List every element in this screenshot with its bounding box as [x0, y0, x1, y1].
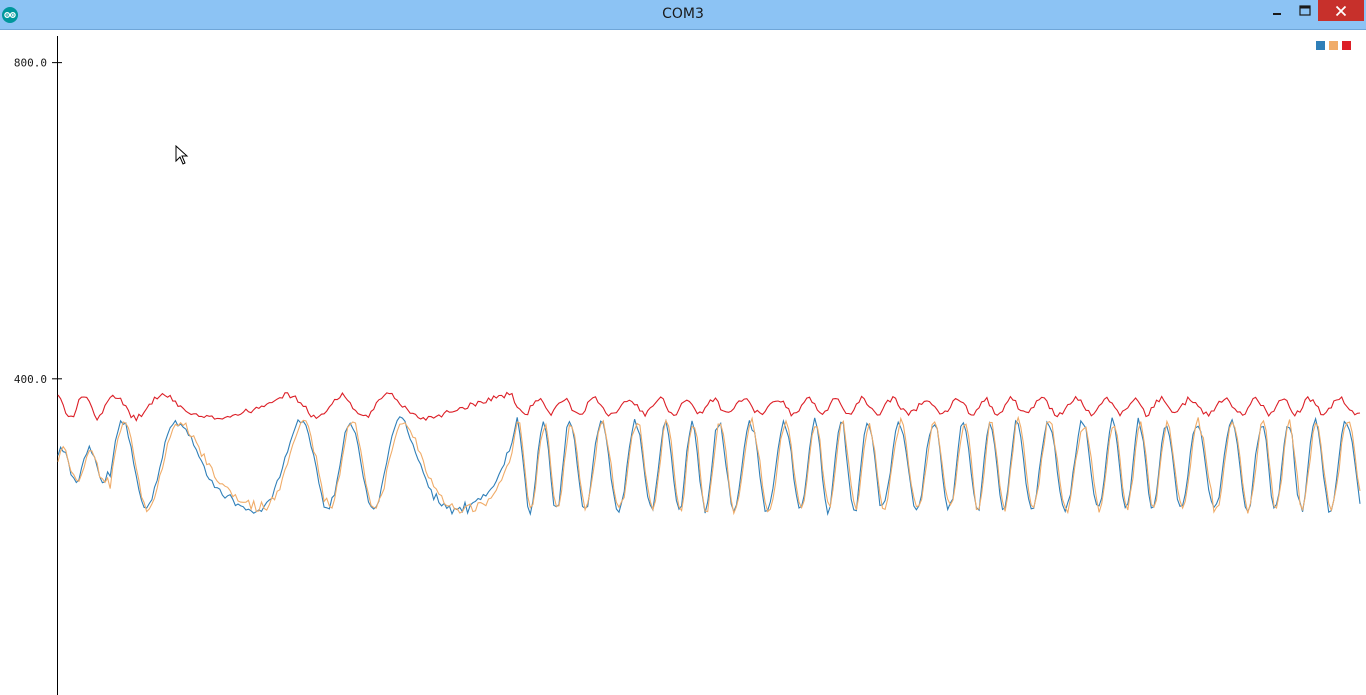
title-bar[interactable]: COM3 [0, 0, 1366, 30]
y-axis-ticks: 800.0 400.0 [14, 57, 62, 386]
window-title: COM3 [662, 6, 704, 22]
minimize-icon [1273, 12, 1281, 15]
legend-swatch-2 [1329, 41, 1338, 50]
close-icon [1335, 5, 1347, 16]
legend-swatch-1 [1316, 41, 1325, 50]
y-tick-label: 400.0 [14, 373, 47, 386]
maximize-icon [1299, 4, 1311, 16]
serial-plotter-chart: 800.0 400.0 [14, 36, 1361, 695]
minimize-button[interactable] [1263, 0, 1291, 21]
maximize-button[interactable] [1291, 0, 1319, 21]
legend-swatch-3 [1342, 41, 1351, 50]
legend [1316, 41, 1351, 50]
y-tick-label: 800.0 [14, 57, 47, 70]
series-layer [57, 391, 1361, 516]
close-button[interactable] [1318, 0, 1364, 21]
series-line-2 [57, 415, 1361, 516]
series-line-3 [57, 391, 1361, 422]
mouse-cursor-icon [175, 145, 189, 165]
